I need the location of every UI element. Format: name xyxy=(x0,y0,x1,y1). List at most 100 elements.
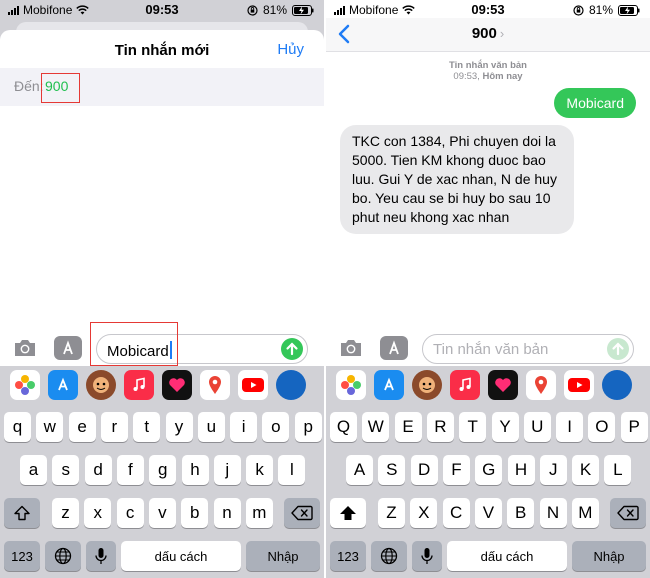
music-icon[interactable] xyxy=(450,370,480,400)
app-store-icon[interactable] xyxy=(374,370,404,400)
key-k[interactable]: K xyxy=(572,455,600,485)
key-n[interactable]: n xyxy=(213,498,241,528)
space-key[interactable]: dấu cách xyxy=(447,541,567,571)
key-b[interactable]: b xyxy=(181,498,209,528)
shift-key[interactable] xyxy=(330,498,366,528)
message-placeholder: Tin nhắn văn bản xyxy=(433,341,549,358)
globe-key[interactable] xyxy=(45,541,81,571)
key-t[interactable]: T xyxy=(459,412,487,442)
microphone-key[interactable] xyxy=(412,541,442,571)
youtube-icon[interactable] xyxy=(238,370,268,400)
key-l[interactable]: l xyxy=(278,455,306,485)
key-w[interactable]: W xyxy=(362,412,390,442)
send-button[interactable] xyxy=(281,338,303,360)
maps-icon[interactable] xyxy=(526,370,556,400)
outgoing-bubble[interactable]: Mobicard xyxy=(554,88,636,118)
more-apps-icon[interactable] xyxy=(602,370,632,400)
key-v[interactable]: v xyxy=(148,498,176,528)
key-s[interactable]: S xyxy=(378,455,406,485)
key-e[interactable]: e xyxy=(68,412,96,442)
delete-key[interactable] xyxy=(284,498,320,528)
send-button[interactable] xyxy=(607,338,629,360)
more-apps-icon[interactable] xyxy=(276,370,306,400)
return-key[interactable]: Nhập xyxy=(246,541,320,571)
key-p[interactable]: P xyxy=(620,412,648,442)
shift-icon xyxy=(340,506,356,520)
digital-touch-icon[interactable] xyxy=(488,370,518,400)
camera-icon[interactable] xyxy=(339,338,363,358)
key-h[interactable]: h xyxy=(181,455,209,485)
app-store-icon[interactable] xyxy=(380,336,408,360)
key-a[interactable]: a xyxy=(20,455,47,485)
key-o[interactable]: o xyxy=(262,412,290,442)
key-t[interactable]: t xyxy=(133,412,161,442)
key-k[interactable]: k xyxy=(246,455,274,485)
key-d[interactable]: D xyxy=(410,455,438,485)
key-p[interactable]: p xyxy=(294,412,322,442)
contact-name[interactable]: 900 › xyxy=(326,25,650,42)
camera-icon[interactable] xyxy=(13,338,37,358)
key-j[interactable]: J xyxy=(539,455,567,485)
microphone-key[interactable] xyxy=(86,541,116,571)
key-q[interactable]: Q xyxy=(330,412,357,442)
cancel-button[interactable]: Hủy xyxy=(277,41,304,58)
key-n[interactable]: N xyxy=(539,498,567,528)
key-z[interactable]: z xyxy=(52,498,79,528)
globe-key[interactable] xyxy=(371,541,407,571)
delete-key[interactable] xyxy=(610,498,646,528)
maps-icon[interactable] xyxy=(200,370,230,400)
key-o[interactable]: O xyxy=(588,412,616,442)
music-icon[interactable] xyxy=(124,370,154,400)
app-store-icon[interactable] xyxy=(48,370,78,400)
key-w[interactable]: w xyxy=(36,412,64,442)
globe-icon xyxy=(380,547,398,565)
key-r[interactable]: R xyxy=(426,412,454,442)
key-m[interactable]: m xyxy=(245,498,273,528)
key-g[interactable]: g xyxy=(149,455,177,485)
numbers-key[interactable]: 123 xyxy=(4,541,40,571)
memoji-icon[interactable] xyxy=(86,370,116,400)
message-input[interactable]: Tin nhắn văn bản xyxy=(422,334,634,364)
keyboard: Q W E R T Y U I O P A S D F G H J K L Z X C V B N M 123 dấu cách Nhậ… xyxy=(326,404,650,578)
microphone-icon xyxy=(95,548,107,564)
key-z[interactable]: Z xyxy=(378,498,405,528)
key-j[interactable]: j xyxy=(213,455,241,485)
key-m[interactable]: M xyxy=(571,498,599,528)
key-y[interactable]: Y xyxy=(491,412,519,442)
numbers-key[interactable]: 123 xyxy=(330,541,366,571)
digital-touch-icon[interactable] xyxy=(162,370,192,400)
key-s[interactable]: s xyxy=(52,455,80,485)
key-l[interactable]: L xyxy=(604,455,632,485)
key-u[interactable]: U xyxy=(523,412,551,442)
key-x[interactable]: x xyxy=(84,498,112,528)
key-y[interactable]: y xyxy=(165,412,193,442)
memoji-icon[interactable] xyxy=(412,370,442,400)
key-f[interactable]: F xyxy=(442,455,470,485)
message-input-bar: Tin nhắn văn bản xyxy=(326,330,650,366)
key-f[interactable]: f xyxy=(116,455,144,485)
key-c[interactable]: c xyxy=(116,498,144,528)
key-u[interactable]: u xyxy=(197,412,225,442)
key-h[interactable]: H xyxy=(507,455,535,485)
shift-key[interactable] xyxy=(4,498,40,528)
return-key[interactable]: Nhập xyxy=(572,541,646,571)
photos-icon[interactable] xyxy=(336,370,366,400)
space-key[interactable]: dấu cách xyxy=(121,541,241,571)
photos-icon[interactable] xyxy=(10,370,40,400)
keyboard: q w e r t y u i o p a s d f g h j k l z x c v b n m 123 dấu cách Nhậ… xyxy=(0,404,324,578)
key-v[interactable]: V xyxy=(474,498,502,528)
key-x[interactable]: X xyxy=(410,498,438,528)
key-e[interactable]: E xyxy=(394,412,422,442)
key-i[interactable]: I xyxy=(556,412,584,442)
youtube-icon[interactable] xyxy=(564,370,594,400)
key-r[interactable]: r xyxy=(100,412,128,442)
key-d[interactable]: d xyxy=(84,455,112,485)
key-g[interactable]: G xyxy=(475,455,503,485)
key-b[interactable]: B xyxy=(507,498,535,528)
key-c[interactable]: C xyxy=(442,498,470,528)
key-q[interactable]: q xyxy=(4,412,31,442)
key-a[interactable]: A xyxy=(346,455,373,485)
app-store-icon[interactable] xyxy=(54,336,82,360)
incoming-bubble[interactable]: TKC con 1384, Phi chuyen doi la 5000. Ti… xyxy=(340,125,574,234)
key-i[interactable]: i xyxy=(230,412,258,442)
